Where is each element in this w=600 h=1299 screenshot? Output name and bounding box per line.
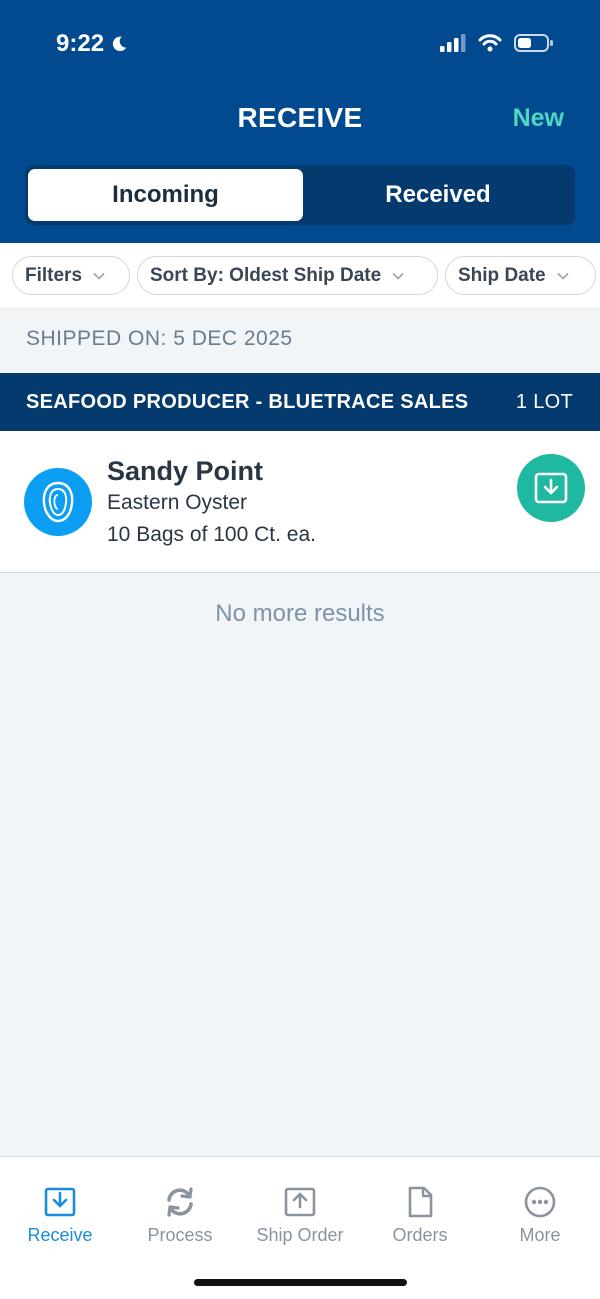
shipped-on-text: SHIPPED ON: 5 DEC 2025 [26, 327, 293, 350]
lot-quantity: 10 Bags of 100 Ct. ea. [107, 523, 316, 546]
status-time: 9:22 [56, 30, 128, 58]
ship-date-chip-label: Ship Date [458, 264, 546, 286]
wifi-icon [478, 34, 502, 52]
tab-receive[interactable]: Receive [0, 1185, 120, 1246]
receive-icon [44, 1187, 76, 1217]
filters-row: Filters Sort By: Oldest Ship Date Ship D… [0, 243, 600, 307]
tab-orders[interactable]: Orders [360, 1185, 480, 1246]
signal-icon [440, 34, 466, 52]
ship-date-chip[interactable]: Ship Date [445, 256, 596, 295]
list-item[interactable]: Sandy Point Eastern Oyster 10 Bags of 10… [0, 431, 600, 573]
shipped-on-header: SHIPPED ON: 5 DEC 2025 [0, 307, 600, 373]
lot-name: Sandy Point [107, 456, 264, 486]
tab-more[interactable]: More [480, 1185, 600, 1246]
status-bar: 9:22 [0, 0, 600, 90]
status-icons [440, 33, 554, 53]
tab-incoming[interactable]: Incoming [28, 169, 303, 221]
sort-chip[interactable]: Sort By: Oldest Ship Date [137, 256, 438, 295]
tab-received[interactable]: Received [303, 169, 573, 221]
lot-count: 1 LOT [515, 391, 573, 413]
sort-chip-label: Sort By: Oldest Ship Date [150, 264, 382, 286]
page-title: RECEIVE [237, 102, 363, 133]
tab-label: Orders [392, 1225, 448, 1245]
filters-chip[interactable]: Filters [12, 256, 130, 295]
tab-label: Ship Order [256, 1225, 344, 1245]
home-indicator [194, 1279, 407, 1286]
new-button[interactable]: New [513, 104, 564, 133]
more-icon [524, 1186, 556, 1218]
tab-label: Receive [27, 1225, 93, 1245]
moon-icon [112, 36, 127, 52]
producer-group-header: SEAFOOD PRODUCER - BLUETRACE SALES 1 LOT [0, 373, 600, 431]
chevron-down-icon [557, 272, 569, 280]
process-icon [167, 1187, 193, 1217]
tab-label: Process [147, 1225, 213, 1245]
tab-ship-order[interactable]: Ship Order [240, 1185, 360, 1246]
no-more-results: No more results [215, 600, 385, 627]
segment-control: Incoming Received [25, 165, 575, 225]
battery-icon [514, 34, 553, 52]
orders-icon [408, 1186, 433, 1218]
lot-species: Eastern Oyster [107, 491, 248, 514]
tab-process[interactable]: Process [120, 1185, 240, 1246]
producer-name: SEAFOOD PRODUCER - BLUETRACE SALES [26, 391, 469, 413]
receive-lot-button[interactable] [517, 454, 585, 522]
filters-chip-label: Filters [25, 264, 83, 286]
download-tray-icon [534, 472, 568, 504]
chevron-down-icon [93, 272, 105, 280]
tab-label: More [519, 1225, 561, 1245]
bottom-tab-bar: Receive Process Ship Order Orders More [0, 1156, 600, 1299]
app-header: 9:22 RECEIVE New Incoming Received [0, 0, 600, 243]
chevron-down-icon [392, 272, 404, 280]
time-text: 9:22 [56, 30, 105, 57]
ship-order-icon [284, 1187, 316, 1217]
oyster-icon [24, 468, 92, 536]
